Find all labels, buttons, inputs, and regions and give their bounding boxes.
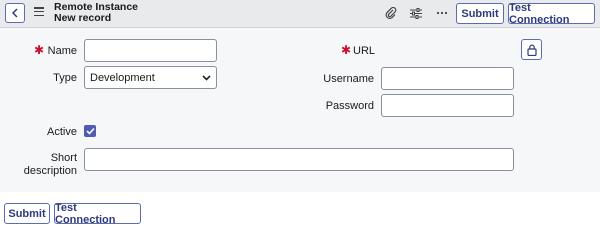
form-footer: Submit Test Connection (0, 192, 600, 228)
name-label: Name (47, 45, 77, 57)
sliders-icon[interactable] (409, 6, 423, 20)
name-input[interactable] (84, 39, 217, 62)
record-title: Remote Instance New record (54, 2, 138, 24)
short-description-label: Short description (23, 152, 77, 177)
short-description-input[interactable] (84, 148, 514, 171)
password-input[interactable] (381, 94, 514, 117)
required-marker: ✱ (34, 43, 45, 57)
username-input[interactable] (381, 67, 514, 90)
type-label: Type (53, 72, 77, 84)
lock-button[interactable] (521, 39, 542, 60)
required-marker: ✱ (341, 43, 352, 57)
password-label: Password (325, 100, 374, 112)
url-label: URL (353, 45, 376, 57)
active-label: Active (47, 126, 77, 138)
type-select[interactable]: Development (84, 66, 217, 89)
submit-button[interactable]: Submit (456, 3, 504, 24)
footer-test-connection-button[interactable]: Test Connection (54, 202, 141, 226)
type-select-value: Development (90, 71, 155, 84)
back-icon (11, 8, 18, 18)
active-checkbox[interactable] (84, 125, 96, 137)
username-label: Username (323, 73, 374, 85)
page-subtitle: New record (54, 12, 112, 24)
more-icon[interactable] (435, 6, 449, 20)
lock-icon (526, 44, 537, 56)
record-form: ✱ Name Type Development ✱ URL Username P… (0, 28, 600, 192)
form-header: Remote Instance New record Submit Test C… (0, 0, 600, 28)
test-connection-button[interactable]: Test Connection (508, 2, 595, 26)
back-button[interactable] (5, 3, 25, 23)
footer-submit-button[interactable]: Submit (4, 203, 50, 224)
menu-icon[interactable] (34, 7, 44, 16)
paperclip-icon[interactable] (384, 6, 398, 20)
chevron-down-icon (202, 74, 211, 81)
check-icon (85, 127, 95, 135)
